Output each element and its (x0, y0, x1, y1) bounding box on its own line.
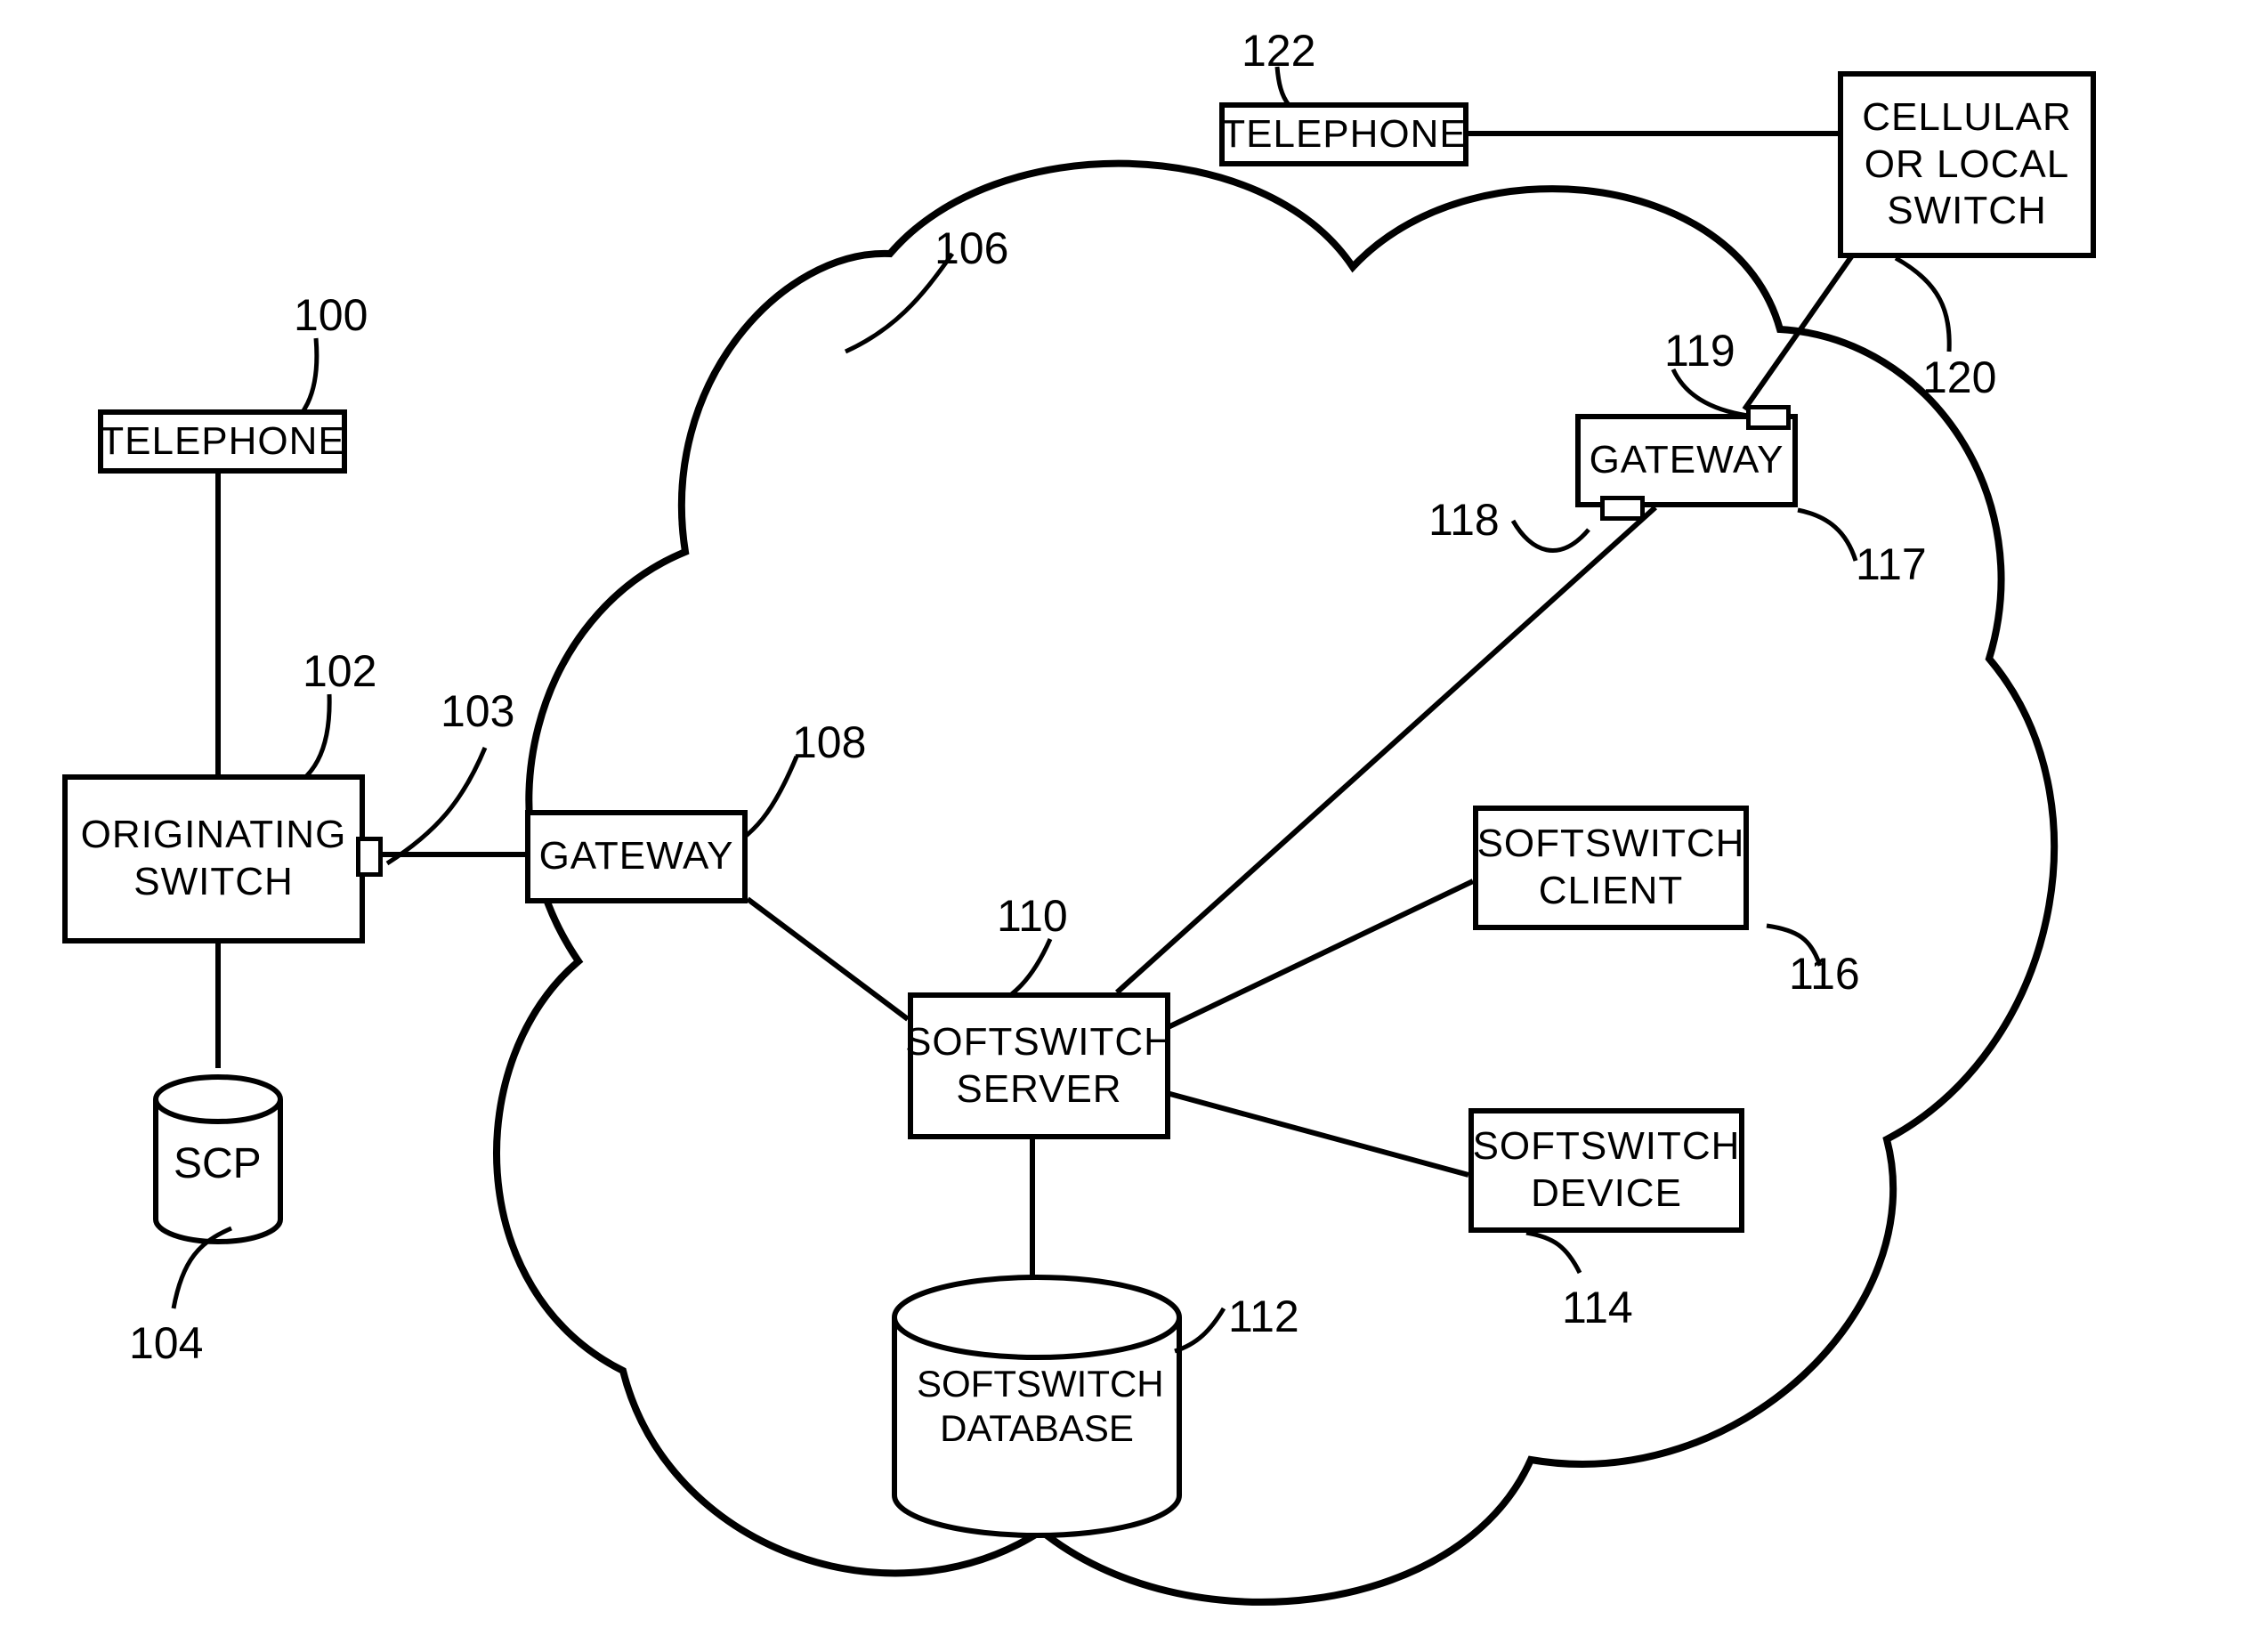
port-103 (356, 837, 383, 877)
ref-100: 100 (294, 289, 368, 341)
ref-104: 104 (129, 1317, 203, 1369)
ref-103: 103 (441, 685, 514, 737)
node-originating-switch: ORIGINATING SWITCH (62, 774, 365, 943)
ref-110: 110 (997, 890, 1068, 942)
ref-120: 120 (1922, 352, 1996, 403)
ref-112: 112 (1228, 1291, 1299, 1342)
ref-108: 108 (792, 717, 866, 768)
label: TELEPHONE (1221, 111, 1467, 158)
label: ORIGINATING SWITCH (81, 812, 347, 906)
ref-119: 119 (1664, 325, 1735, 377)
scp-label: SCP (174, 1139, 262, 1188)
ref-122: 122 (1242, 25, 1315, 77)
ref-102: 102 (303, 645, 376, 697)
port-119 (1746, 405, 1791, 430)
label: SOFTSWITCH CLIENT (1477, 821, 1745, 915)
label: TELEPHONE (100, 418, 345, 466)
label: CELLULAR OR LOCAL SWITCH (1862, 94, 2071, 235)
node-softswitch-device: SOFTSWITCH DEVICE (1468, 1108, 1744, 1233)
node-gateway-1: GATEWAY (525, 810, 748, 903)
label: GATEWAY (539, 833, 734, 880)
node-telephone-1: TELEPHONE (98, 409, 347, 474)
node-cellular-switch: CELLULAR OR LOCAL SWITCH (1838, 71, 2096, 258)
ref-117: 117 (1856, 539, 1927, 590)
ref-118: 118 (1428, 494, 1500, 546)
label: SOFTSWITCH SERVER (905, 1019, 1173, 1113)
ref-114: 114 (1562, 1282, 1633, 1333)
node-telephone-2: TELEPHONE (1219, 102, 1468, 166)
softswitch-db-label: SOFTSWITCH DATABASE (917, 1362, 1157, 1452)
port-118 (1600, 496, 1645, 521)
node-softswitch-server: SOFTSWITCH SERVER (908, 992, 1170, 1139)
node-softswitch-client: SOFTSWITCH CLIENT (1473, 806, 1749, 930)
label: SOFTSWITCH DEVICE (1473, 1123, 1741, 1218)
label: GATEWAY (1590, 437, 1784, 484)
ref-106: 106 (934, 223, 1008, 274)
ref-116: 116 (1789, 948, 1860, 1000)
